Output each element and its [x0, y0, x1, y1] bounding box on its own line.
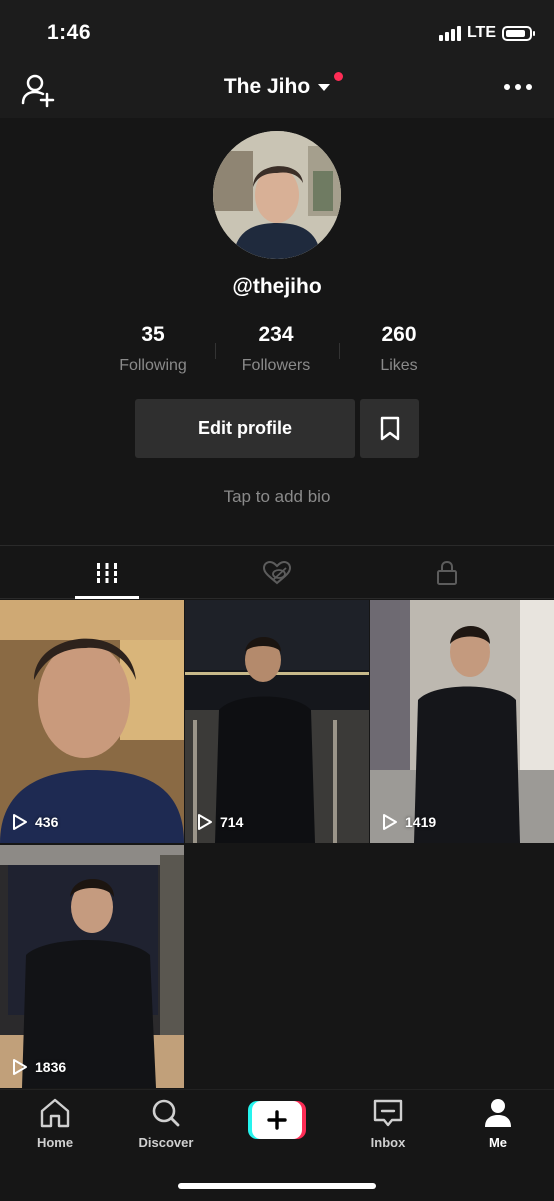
bookmarks-button[interactable]	[360, 399, 419, 458]
create-video-button[interactable]	[248, 1101, 306, 1139]
home-indicator[interactable]	[178, 1183, 376, 1189]
stat-value: 260	[381, 323, 417, 346]
view-count-value: 1419	[405, 814, 437, 830]
tabbar-label: Inbox	[370, 1135, 406, 1150]
video-thumbnail-image	[0, 845, 184, 1088]
content-tabs	[0, 545, 554, 599]
video-thumbnail-image	[185, 600, 369, 843]
bio-placeholder[interactable]: Tap to add bio	[0, 487, 554, 507]
view-count: 436	[12, 813, 58, 831]
stat-divider	[339, 343, 340, 359]
tabbar-label: Home	[36, 1135, 74, 1150]
profile-section: @thejiho 35 Following 234 Followers 260 …	[0, 118, 554, 545]
network-type: LTE	[466, 24, 496, 41]
view-count-value: 436	[35, 814, 59, 830]
video-thumbnail[interactable]: 436	[0, 600, 184, 843]
tab-videos[interactable]	[15, 546, 199, 599]
search-icon	[152, 1099, 180, 1127]
stat-value: 35	[141, 323, 165, 346]
account-name: The Jiho	[223, 75, 311, 98]
tabbar-label: Discover	[138, 1135, 194, 1150]
home-icon	[40, 1098, 70, 1128]
more-options-icon[interactable]	[504, 84, 532, 90]
tabbar-inbox[interactable]: Inbox	[348, 1098, 428, 1150]
status-bar: 1:46 LTE	[0, 0, 554, 62]
lock-icon	[437, 560, 457, 585]
video-thumbnail[interactable]: 714	[185, 600, 369, 843]
status-time: 1:46	[47, 21, 92, 44]
avatar[interactable]	[213, 131, 341, 259]
stat-following[interactable]: 35 Following	[98, 323, 208, 375]
inbox-icon	[373, 1099, 403, 1127]
view-count-value: 1836	[35, 1059, 67, 1075]
notification-dot	[334, 72, 343, 81]
view-count: 1836	[12, 1058, 66, 1076]
username: @thejiho	[232, 275, 322, 298]
edit-profile-button[interactable]: Edit profile	[135, 399, 355, 458]
avatar-photo	[213, 131, 341, 259]
stat-value: 234	[258, 323, 294, 346]
active-tab-indicator	[75, 596, 139, 599]
stat-label: Following	[119, 357, 187, 374]
stat-likes[interactable]: 260 Likes	[344, 323, 454, 375]
tab-liked[interactable]	[185, 546, 369, 599]
stat-label: Followers	[241, 357, 311, 374]
person-icon	[485, 1099, 511, 1127]
video-thumbnail[interactable]: 1419	[370, 600, 554, 843]
view-count: 714	[197, 813, 243, 831]
tab-private[interactable]	[355, 546, 539, 599]
view-count: 1419	[382, 813, 436, 831]
video-thumbnail-image	[0, 600, 184, 843]
play-icon	[383, 814, 397, 830]
battery-icon	[502, 25, 535, 41]
view-count-value: 714	[220, 814, 244, 830]
chevron-down-icon	[318, 83, 331, 91]
play-icon	[13, 814, 27, 830]
video-thumbnail-image	[370, 600, 554, 843]
liked-hidden-icon	[262, 560, 292, 584]
play-icon	[13, 1059, 27, 1075]
tabbar-me[interactable]: Me	[458, 1098, 538, 1150]
video-grid: 436 714 1419 1836	[0, 600, 554, 1090]
tabbar-label: Me	[488, 1135, 508, 1150]
tabbar-home[interactable]: Home	[15, 1098, 95, 1150]
bookmark-icon	[380, 416, 399, 440]
cell-signal-icon	[438, 25, 461, 41]
video-thumbnail[interactable]: 1836	[0, 845, 184, 1088]
tabbar-discover[interactable]: Discover	[126, 1098, 206, 1150]
grid-icon	[95, 562, 119, 583]
account-switcher[interactable]: The Jiho	[0, 75, 554, 99]
play-icon	[198, 814, 212, 830]
status-indicators: LTE	[438, 24, 535, 42]
profile-header: The Jiho	[0, 62, 554, 118]
stat-divider	[215, 343, 216, 359]
stat-label: Likes	[380, 357, 418, 374]
stat-followers[interactable]: 234 Followers	[221, 323, 331, 375]
